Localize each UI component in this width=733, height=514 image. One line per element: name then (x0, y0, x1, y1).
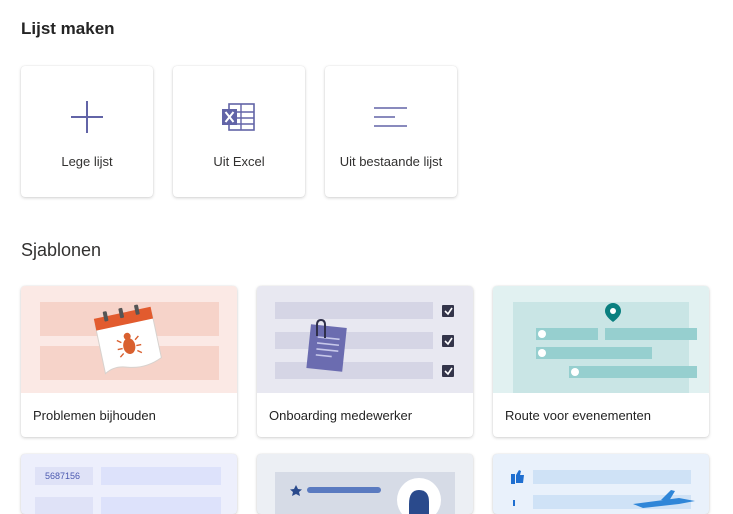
plus-icon (21, 99, 153, 135)
create-list-heading: Lijst maken (21, 19, 115, 38)
template-employee-onboarding-label: Onboarding medewerker (269, 408, 413, 423)
template-card-partial-2[interactable] (257, 454, 473, 514)
id-number-text: 5687156 (45, 471, 81, 481)
from-existing-list-label: Uit bestaande lijst (339, 154, 443, 169)
id-list-illustration (35, 467, 221, 514)
template-issue-tracker-label: Problemen bijhouden (33, 408, 156, 423)
calendar-bug-illustration (21, 286, 237, 393)
template-card-partial-3[interactable] (493, 454, 709, 514)
excel-icon (173, 99, 305, 135)
list-lines-icon (325, 99, 457, 135)
template-issue-tracker-card[interactable]: Problemen bijhouden (21, 286, 237, 437)
star-avatar-illustration (275, 472, 455, 514)
map-pin-illustration (493, 286, 709, 393)
from-existing-list-card[interactable]: Uit bestaande lijst (325, 66, 457, 197)
from-excel-label: Uit Excel (213, 154, 265, 169)
template-event-itinerary-card[interactable]: Route voor evenementen (493, 286, 709, 437)
template-card-partial-1[interactable]: 5687156 (21, 454, 237, 514)
thumbs-up-plane-illustration (511, 470, 695, 509)
clipboard-checklist-illustration (257, 286, 473, 393)
blank-list-card[interactable]: Lege lijst (21, 66, 153, 197)
blank-list-label: Lege lijst (61, 154, 113, 169)
from-excel-card[interactable]: Uit Excel (173, 66, 305, 197)
template-event-itinerary-label: Route voor evenementen (505, 408, 651, 423)
templates-heading: Sjablonen (21, 240, 102, 260)
template-employee-onboarding-card[interactable]: Onboarding medewerker (257, 286, 473, 437)
